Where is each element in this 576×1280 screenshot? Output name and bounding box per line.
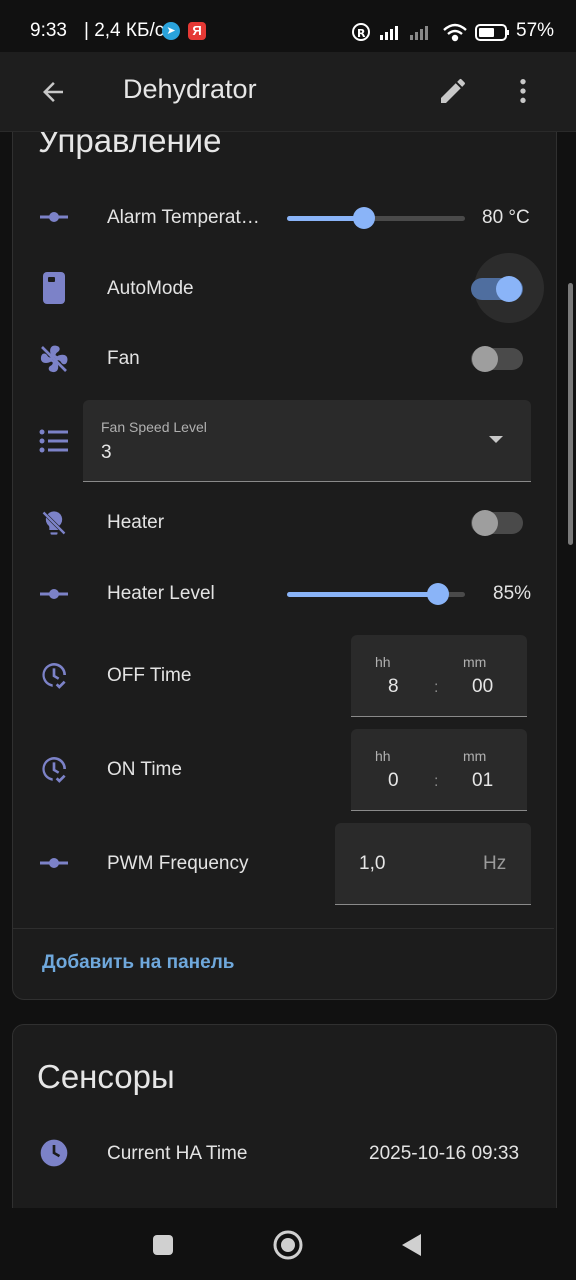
arrow-left-icon[interactable] <box>38 77 68 107</box>
on-time-hours[interactable]: 0 <box>388 770 399 792</box>
scrollbar-thumb[interactable] <box>568 283 573 545</box>
on-time-minutes[interactable]: 01 <box>472 770 493 792</box>
ray-vertex-icon <box>40 589 68 599</box>
off-time-mm-label: mm <box>463 654 487 670</box>
card-divider <box>13 928 554 929</box>
recents-icon[interactable] <box>152 1234 174 1256</box>
status-battery-percent: 57% <box>516 20 555 41</box>
dots-vertical-icon[interactable] <box>507 75 539 107</box>
add-to-panel-button[interactable]: Добавить на панель <box>42 952 234 974</box>
alarm-temperature-value: 80 °C <box>482 207 530 228</box>
header-overlay: Dehydrator <box>0 52 576 131</box>
status-time: 9:33 <box>30 20 67 41</box>
clock-check-icon <box>42 663 66 689</box>
back-nav-icon[interactable] <box>400 1232 424 1258</box>
telegram-icon: ➤ <box>162 22 180 40</box>
off-time-hh-label: hh <box>375 654 391 670</box>
clock-icon <box>40 1139 68 1167</box>
page-title: Dehydrator <box>123 74 257 104</box>
sensors-section-title: Сенсоры <box>37 1058 175 1095</box>
heater-level-slider-fill <box>287 592 438 597</box>
remote-icon <box>43 272 65 304</box>
ray-vertex-icon <box>40 212 68 222</box>
on-time-input[interactable]: hh mm 0 : 01 <box>351 729 527 811</box>
lightbulb-off-icon <box>42 511 66 535</box>
heater-level-value: 85% <box>493 583 532 604</box>
on-time-mm-label: mm <box>463 748 487 764</box>
pwm-frequency-input[interactable]: 1,0 Hz <box>335 823 531 905</box>
fan-switch-thumb[interactable] <box>472 346 498 372</box>
automode-label: AutoMode <box>107 278 194 299</box>
pwm-frequency-unit: Hz <box>483 853 507 874</box>
system-nav-bar <box>0 1208 576 1280</box>
on-time-separator: : <box>434 773 439 790</box>
fan-speed-level-label: Fan Speed Level <box>101 419 207 435</box>
format-list-bulleted-icon <box>39 429 68 453</box>
off-time-separator: : <box>434 679 439 696</box>
off-time-input[interactable]: hh mm 8 : 00 <box>351 635 527 717</box>
status-network-speed: | 2,4 КБ/с <box>84 20 165 41</box>
ray-vertex-icon <box>40 858 68 868</box>
pwm-frequency-value[interactable]: 1,0 <box>359 853 385 875</box>
wifi-icon <box>443 23 467 42</box>
pencil-icon[interactable] <box>437 75 469 107</box>
fan-label: Fan <box>107 348 140 369</box>
yandex-icon: Я <box>188 22 206 40</box>
fan-speed-level-select[interactable]: Fan Speed Level 3 <box>83 400 531 482</box>
automode-switch-thumb[interactable] <box>496 276 522 302</box>
clock-check-icon <box>42 757 66 783</box>
heater-switch-thumb[interactable] <box>472 510 498 536</box>
current-ha-time-label: Current HA Time <box>107 1143 248 1164</box>
signal-off-icon <box>410 26 428 40</box>
heater-label: Heater <box>107 512 165 533</box>
battery-icon <box>475 24 509 41</box>
chevron-down-icon <box>489 436 503 443</box>
alarm-temperature-slider-thumb[interactable] <box>353 207 375 229</box>
fan-off-icon <box>40 345 68 373</box>
signal-icon <box>380 26 398 40</box>
pwm-frequency-label: PWM Frequency <box>107 853 249 874</box>
off-time-label: OFF Time <box>107 665 192 686</box>
off-time-minutes[interactable]: 00 <box>472 676 493 698</box>
svg-text:R: R <box>357 27 366 40</box>
status-icons: R <box>352 23 509 42</box>
fan-speed-level-value: 3 <box>101 442 112 463</box>
alarm-temperature-label: Alarm Temperat… <box>107 207 260 228</box>
heater-level-slider-thumb[interactable] <box>427 583 449 605</box>
home-icon[interactable] <box>272 1229 304 1261</box>
on-time-label: ON Time <box>107 759 182 780</box>
off-time-hours[interactable]: 8 <box>388 676 399 698</box>
on-time-hh-label: hh <box>375 748 391 764</box>
current-ha-time-value: 2025-10-16 09:33 <box>369 1143 520 1164</box>
heater-level-label: Heater Level <box>107 583 215 604</box>
status-bar: 9:33 | 2,4 КБ/с ➤ Я R 57% <box>0 0 576 52</box>
